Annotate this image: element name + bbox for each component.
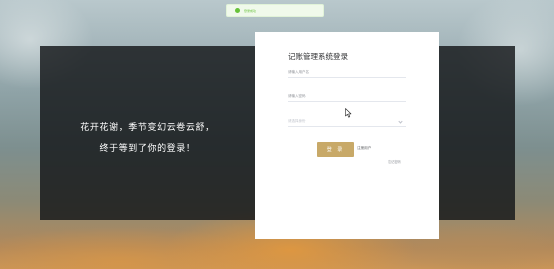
chevron-down-icon <box>398 119 403 124</box>
mouse-cursor-icon <box>345 108 352 118</box>
register-link[interactable]: 注册用户 <box>357 146 371 151</box>
password-input[interactable]: 请输入密码 <box>288 91 406 102</box>
role-placeholder: 请选择身份 <box>288 118 306 123</box>
toast-message: 登录成功 <box>244 8 257 13</box>
login-title: 记账管理系统登录 <box>288 52 348 61</box>
username-input[interactable]: 请输入用户名 <box>288 67 406 78</box>
login-card <box>255 32 439 239</box>
username-placeholder: 请输入用户名 <box>288 69 309 74</box>
slogan-line-2: 终于等到了你的登录！ <box>99 144 196 154</box>
password-placeholder: 请输入密码 <box>288 93 306 98</box>
forgot-password-link[interactable]: 忘记密码 <box>388 159 401 164</box>
login-button[interactable]: 登 录 <box>317 142 354 157</box>
success-icon <box>235 8 240 13</box>
slogan-line-1: 花开花谢，季节变幻云卷云舒， <box>80 123 215 133</box>
success-toast: 登录成功 <box>226 4 324 17</box>
